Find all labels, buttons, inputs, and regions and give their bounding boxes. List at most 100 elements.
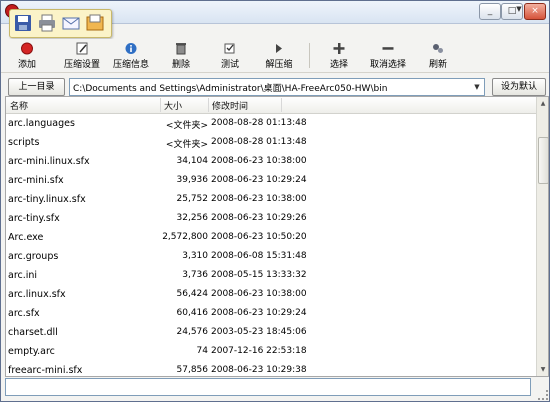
properties-icon[interactable]	[85, 13, 105, 33]
close-button[interactable]: ×	[524, 3, 546, 20]
save-icon[interactable]	[13, 13, 33, 33]
file-size: 74	[196, 346, 208, 356]
list-item[interactable]: empty.arc 74 2007-12-16 22:53:18	[6, 342, 536, 361]
file-name: arc.groups	[8, 251, 59, 262]
test-label: 测试	[220, 60, 239, 70]
file-name: scripts	[8, 137, 40, 148]
test-button[interactable]: 测试	[209, 40, 251, 71]
resize-grip[interactable]	[538, 390, 548, 400]
list-item[interactable]: scripts <文件夹> 2008-08-28 01:13:48	[6, 133, 536, 152]
file-name: arc-tiny.sfx	[8, 213, 60, 224]
refresh-icon	[431, 42, 445, 55]
app-window: _ □ × 添加 压缩设置 压缩信息 删除 测试 解压缩 选择 取消选择 刷新 …	[0, 0, 550, 402]
list-item[interactable]: arc-mini.sfx 39,936 2008-06-23 10:29:24	[6, 171, 536, 190]
file-name: arc-tiny.linux.sfx	[8, 194, 86, 205]
refresh-label: 刷新	[428, 60, 447, 70]
extract-label: 解压缩	[265, 60, 293, 70]
main-toolbar: 添加 压缩设置 压缩信息 删除 测试 解压缩 选择 取消选择 刷新	[1, 39, 549, 73]
file-modified: 2008-06-23 10:29:38	[211, 365, 307, 375]
file-modified: 2008-05-15 13:33:32	[211, 270, 307, 280]
file-size: 34,104	[176, 156, 209, 166]
print-icon[interactable]	[37, 13, 57, 33]
minus-icon	[381, 42, 395, 55]
scroll-down-arrow[interactable]: ▼	[537, 363, 548, 376]
extract-button[interactable]: 解压缩	[257, 40, 301, 71]
file-modified: 2003-05-23 18:45:06	[211, 327, 307, 337]
list-item[interactable]: arc.groups 3,310 2008-06-08 15:31:48	[6, 247, 536, 266]
column-name-header[interactable]: 名称	[10, 99, 28, 112]
file-size: 56,424	[176, 289, 209, 299]
file-name: arc.linux.sfx	[8, 289, 66, 300]
delete-label: 删除	[171, 60, 190, 70]
mail-icon[interactable]	[61, 13, 81, 33]
file-name: arc-mini.sfx	[8, 175, 64, 186]
red-dot-icon	[20, 42, 34, 55]
list-item[interactable]: arc-tiny.sfx 32,256 2008-06-23 10:29:26	[6, 209, 536, 228]
scroll-up-arrow[interactable]: ▲	[537, 97, 548, 110]
list-item[interactable]: freearc-mini.sfx 57,856 2008-06-23 10:29:3…	[6, 361, 536, 376]
column-divider[interactable]	[160, 98, 161, 112]
vertical-scrollbar[interactable]: ▲ ▼	[536, 97, 548, 376]
arrow-icon	[272, 42, 286, 55]
list-item[interactable]: arc.linux.sfx 56,424 2008-06-23 10:38:00	[6, 285, 536, 304]
select-label: 选择	[329, 60, 348, 70]
column-modified-header[interactable]: 修改时间	[212, 99, 248, 112]
file-name: Arc.exe	[8, 232, 44, 243]
file-modified: 2008-06-08 15:31:48	[211, 251, 307, 261]
add-label: 添加	[17, 60, 36, 70]
compress-settings-button[interactable]: 压缩设置	[57, 40, 107, 71]
deselect-button[interactable]: 取消选择	[365, 40, 411, 71]
list-item[interactable]: arc-mini.linux.sfx 34,104 2008-06-23 10:38…	[6, 152, 536, 171]
test-icon	[223, 42, 237, 55]
file-size: 3,736	[182, 270, 208, 280]
file-size: 60,416	[176, 308, 209, 318]
refresh-button[interactable]: 刷新	[419, 40, 457, 71]
file-size: 57,856	[176, 365, 209, 375]
file-name: empty.arc	[8, 346, 55, 357]
minimize-button[interactable]: _	[479, 3, 501, 20]
column-header: 名称 大小 修改时间	[6, 97, 536, 114]
file-modified: 2008-06-23 10:38:00	[211, 194, 307, 204]
file-size: <文件夹>	[165, 121, 208, 131]
file-name: arc-mini.linux.sfx	[8, 156, 90, 167]
list-item[interactable]: arc.languages <文件夹> 2008-08-28 01:13:48	[6, 114, 536, 133]
list-item[interactable]: arc-tiny.linux.sfx 25,752 2008-06-23 10:38…	[6, 190, 536, 209]
scroll-thumb[interactable]	[538, 137, 548, 184]
list-item[interactable]: charset.dll 24,576 2003-05-23 18:45:06	[6, 323, 536, 342]
file-modified: 2008-06-23 10:29:24	[211, 308, 307, 318]
deselect-label: 取消选择	[369, 60, 406, 70]
file-size: 2,572,800	[162, 232, 208, 242]
set-default-button[interactable]: 设为默认	[492, 78, 546, 96]
list-item[interactable]: arc.ini 3,736 2008-05-15 13:33:32	[6, 266, 536, 285]
list-item[interactable]: arc.sfx 60,416 2008-06-23 10:29:24	[6, 304, 536, 323]
file-modified: 2008-06-23 10:38:00	[211, 156, 307, 166]
quick-access-toolbar	[9, 9, 112, 38]
file-name: arc.languages	[8, 118, 75, 129]
file-modified: 2007-12-16 22:53:18	[211, 346, 307, 356]
file-size: 3,310	[182, 251, 208, 261]
column-divider[interactable]	[208, 98, 209, 112]
file-list: 名称 大小 修改时间 arc.languages <文件夹> 2008-08-28 …	[5, 96, 549, 377]
command-combobox[interactable]	[5, 378, 531, 396]
file-modified: 2008-06-23 10:29:26	[211, 213, 307, 223]
file-name: arc.sfx	[8, 308, 40, 319]
file-modified: 2008-06-23 10:50:20	[211, 232, 307, 242]
plus-icon	[332, 42, 346, 55]
file-name: arc.ini	[8, 270, 38, 281]
path-combobox[interactable]: C:\Documents and Settings\Administrator\…	[69, 78, 485, 96]
parent-directory-button[interactable]: 上一目录	[8, 78, 65, 96]
chevron-down-icon[interactable]: ▼	[513, 2, 525, 16]
select-button[interactable]: 选择	[319, 40, 359, 71]
column-size-header[interactable]: 大小	[164, 99, 182, 112]
add-button[interactable]: 添加	[7, 40, 47, 71]
chevron-down-icon[interactable]: ▼	[471, 80, 483, 94]
file-size: 25,752	[176, 194, 209, 204]
compress-settings-label: 压缩设置	[63, 60, 100, 70]
info-icon	[124, 42, 138, 55]
compress-info-button[interactable]: 压缩信息	[109, 40, 153, 71]
list-item[interactable]: Arc.exe 2,572,800 2008-06-23 10:50:20	[6, 228, 536, 247]
file-size: 39,936	[176, 175, 209, 185]
compress-info-label: 压缩信息	[112, 60, 149, 70]
delete-button[interactable]: 删除	[161, 40, 201, 71]
column-divider[interactable]	[281, 98, 282, 112]
